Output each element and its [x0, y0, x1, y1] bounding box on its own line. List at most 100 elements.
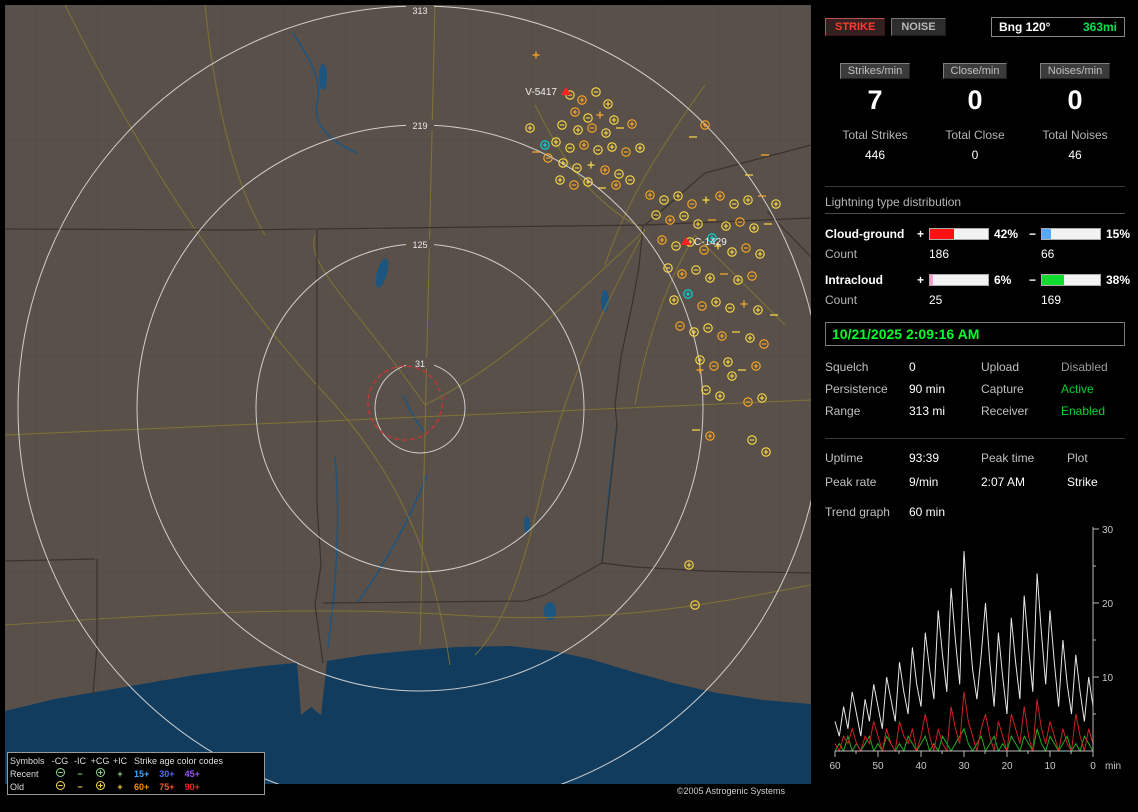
ic-negative-count: 169: [1041, 293, 1062, 307]
station-label-c1429: C-1429: [694, 237, 727, 248]
ic-positive-pct: 6%: [994, 273, 1012, 287]
noises-per-min-chip[interactable]: Noises/min: [1039, 63, 1111, 79]
ring-label-219: 219: [412, 121, 427, 131]
legend-old-row: Old − + 60+ 75+ 90+: [10, 780, 262, 793]
plot-label: Plot: [1067, 451, 1088, 465]
cg-negative-bar: [1041, 228, 1101, 240]
plus-sign: +: [917, 273, 925, 287]
settings-grid: Squelch 0 Upload Disabled Persistence 90…: [825, 360, 1125, 418]
persistence-value: 90 min: [909, 382, 946, 396]
age-code-30: 30+: [159, 768, 175, 779]
cg-negative-pct: 15%: [1106, 227, 1131, 241]
ic-count-row: Count 25 169: [825, 290, 1125, 310]
ic-positive-count: 25: [929, 293, 943, 307]
x-axis-unit: min: [1105, 761, 1121, 772]
plus-sign: +: [917, 227, 925, 241]
age-code-75: 75+: [159, 781, 175, 792]
capture-value: Active: [1061, 382, 1094, 396]
minus-sign: −: [1029, 273, 1037, 287]
age-code-90: 90+: [184, 781, 200, 792]
distribution-section: Lightning type distribution Cloud-ground…: [825, 186, 1130, 310]
total-noises-label: Total Noises: [1042, 128, 1108, 142]
upload-label: Upload: [981, 360, 1020, 374]
intracloud-label: Intracloud: [825, 273, 884, 287]
total-close-value: 0: [971, 148, 979, 162]
total-strikes-label: Total Strikes: [842, 128, 908, 142]
cg-count-row: Count 186 66: [825, 244, 1125, 264]
legend-header-row: Symbols -CG -IC +CG +IC Strike age color…: [10, 754, 262, 767]
x-tick-20: 20: [1001, 761, 1013, 772]
count-label: Count: [825, 247, 858, 261]
peak-rate-label: Peak rate: [825, 475, 877, 489]
trend-header: Trend graph 60 min: [825, 505, 1125, 519]
cg-positive-count: 186: [929, 247, 950, 261]
peak-time-value: 2:07 AM: [981, 475, 1026, 489]
persistence-label: Persistence: [825, 382, 888, 396]
capture-label: Capture: [981, 382, 1024, 396]
noise-button[interactable]: NOISE: [891, 18, 946, 36]
app-window: 313 219 125 31 V-5417 C-1429 ©2005 Astro…: [0, 0, 1138, 812]
bearing-label: Bng 120°: [999, 20, 1051, 34]
map-svg[interactable]: 313 219 125 31 V-5417 C-1429: [5, 5, 811, 797]
station-label-v5417: V-5417: [525, 87, 557, 98]
ring-label-313: 313: [412, 6, 427, 16]
trend-graph-label: Trend graph: [825, 505, 890, 519]
peak-time-label: Peak time: [981, 451, 1035, 465]
uptime-value: 93:39: [909, 451, 940, 465]
trend-window-value: 60 min: [909, 505, 946, 519]
cg-negative-count: 66: [1041, 247, 1055, 261]
sidebar: STRIKE NOISE Bng 120° 363mi Strikes/min …: [817, 5, 1133, 805]
bearing-display: Bng 120° 363mi: [991, 17, 1125, 37]
strikes-per-min-value: 7: [867, 85, 883, 115]
squelch-label: Squelch: [825, 360, 869, 374]
plus-icon: +: [117, 781, 123, 792]
legend-col-pos-cg: +CG: [90, 755, 110, 766]
count-label: Count: [825, 293, 858, 307]
y-tick-30: 30: [1102, 525, 1114, 536]
cloud-ground-label: Cloud-ground: [825, 227, 905, 241]
ic-negative-pct: 38%: [1106, 273, 1131, 287]
stat-column-noises: Noises/min 0 Total Noises 46: [1025, 63, 1125, 162]
stats-section: Strikes/min 7 Total Strikes 446 Close/mi…: [825, 63, 1125, 162]
legend-old-label: Old: [10, 781, 25, 792]
ring-label-125: 125: [412, 240, 427, 250]
total-noises-value: 46: [1068, 148, 1082, 162]
cg-positive-pct: 42%: [994, 227, 1019, 241]
stat-column-close: Close/min 0 Total Close 0: [925, 63, 1025, 162]
bearing-value: 363mi: [1082, 20, 1117, 34]
ic-negative-bar: [1041, 274, 1101, 286]
x-tick-30: 30: [958, 761, 970, 772]
copyright-text: ©2005 Astrogenic Systems: [676, 786, 785, 796]
x-tick-10: 10: [1044, 761, 1056, 772]
circle-minus-icon: [50, 767, 70, 780]
minus-sign: −: [1029, 227, 1037, 241]
strikes-per-min-chip[interactable]: Strikes/min: [839, 63, 911, 79]
receiver-value: Enabled: [1061, 404, 1106, 418]
legend-recent-label: Recent: [10, 768, 39, 779]
x-tick-60: 60: [829, 761, 841, 772]
x-tick-0: 0: [1090, 761, 1096, 772]
plus-icon: +: [117, 768, 123, 779]
ic-positive-bar: [929, 274, 989, 286]
x-tick-40: 40: [915, 761, 927, 772]
legend-symbols-label: Symbols: [10, 755, 45, 766]
circle-plus-icon: [90, 780, 110, 793]
map-legend: Symbols -CG -IC +CG +IC Strike age color…: [7, 752, 265, 795]
minus-icon: −: [77, 768, 83, 779]
peak-rate-value: 9/min: [909, 475, 939, 489]
squelch-value: 0: [909, 360, 916, 374]
strike-button[interactable]: STRIKE: [825, 18, 886, 36]
y-tick-10: 10: [1102, 673, 1114, 684]
close-per-min-chip[interactable]: Close/min: [942, 63, 1008, 79]
noises-per-min-value: 0: [1067, 85, 1083, 115]
legend-col-neg-cg: -CG: [51, 755, 69, 766]
uptime-label: Uptime: [825, 451, 864, 465]
topbar: STRIKE NOISE Bng 120° 363mi: [825, 17, 1125, 37]
plot-value: Strike: [1067, 475, 1098, 489]
legend-col-neg-ic: -IC: [74, 755, 86, 766]
circle-minus-icon: [50, 780, 70, 793]
age-code-15: 15+: [134, 768, 150, 779]
legend-age-title: Strike age color codes: [134, 755, 224, 766]
map-panel[interactable]: 313 219 125 31 V-5417 C-1429 ©2005 Astro…: [5, 5, 811, 797]
y-tick-20: 20: [1102, 599, 1114, 610]
